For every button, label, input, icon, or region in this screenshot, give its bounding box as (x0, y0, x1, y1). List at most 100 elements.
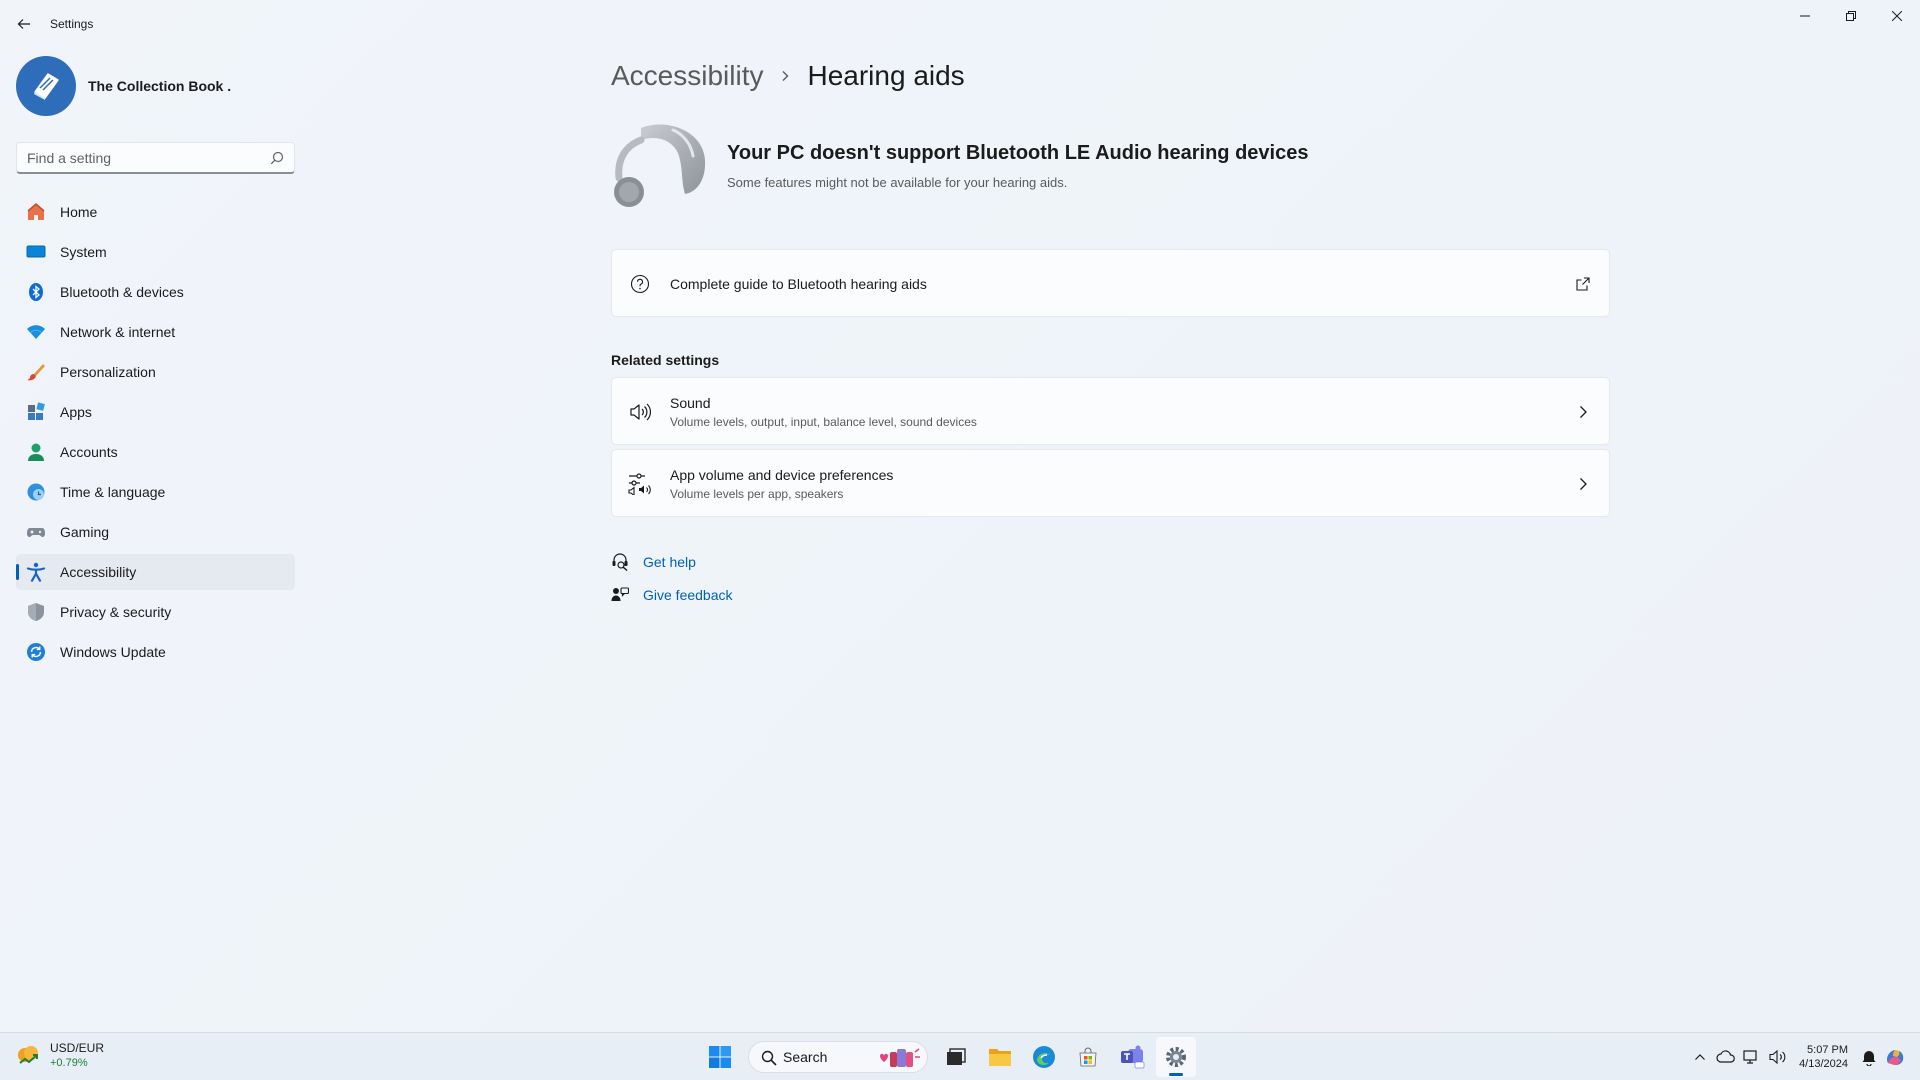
store-icon (1079, 1047, 1097, 1067)
volume-tray-button[interactable] (1767, 1046, 1789, 1068)
guide-link-label: Complete guide to Bluetooth hearing aids (670, 276, 927, 292)
taskbar-search[interactable]: Search (748, 1041, 928, 1073)
sidebar-item-privacy-security[interactable]: Privacy & security (16, 594, 295, 630)
get-help-icon (611, 553, 629, 571)
taskbar-search-label: Search (783, 1049, 828, 1065)
breadcrumb-parent[interactable]: Accessibility (611, 60, 763, 92)
apps-icon (26, 402, 46, 422)
clock[interactable]: 5:07 PM 4/13/2024 (1799, 1043, 1848, 1071)
sidebar-item-gaming[interactable]: Gaming (16, 514, 295, 550)
settings-taskbar-button[interactable] (1156, 1037, 1196, 1077)
teams-button[interactable] (1112, 1037, 1152, 1077)
sidebar-item-windows-update[interactable]: Windows Update (16, 634, 295, 670)
sound-subtitle: Volume levels, output, input, balance le… (670, 415, 977, 429)
app-volume-preferences-link[interactable]: App volume and device preferences Volume… (611, 449, 1610, 517)
store-button[interactable] (1068, 1037, 1108, 1077)
back-button[interactable] (10, 10, 38, 38)
widget-title: USD/EUR (50, 1041, 105, 1055)
sidebar-item-personalization[interactable]: Personalization (16, 354, 295, 390)
teams-icon (1121, 1045, 1145, 1069)
network-monitor-icon (1743, 1050, 1757, 1064)
sound-settings-link[interactable]: Sound Volume levels, output, input, bala… (611, 377, 1610, 445)
minimize-button[interactable] (1782, 0, 1828, 32)
gaming-icon (26, 522, 46, 542)
sidebar-item-bluetooth[interactable]: Bluetooth & devices (16, 274, 295, 310)
hearing-aid-banner: Your PC doesn't support Bluetooth LE Aud… (611, 120, 1308, 212)
mixer-icon (628, 472, 652, 496)
settings-search[interactable] (16, 142, 295, 174)
search-icon (270, 151, 284, 165)
hero-subtitle: Some features might not be available for… (727, 175, 1068, 190)
system-icon (26, 242, 46, 262)
page-title: Hearing aids (807, 60, 965, 91)
folder-icon (989, 1049, 1011, 1066)
profile-name: The Collection Book . (88, 78, 232, 94)
bluetooth-hearing-aids-guide-link[interactable]: Complete guide to Bluetooth hearing aids (611, 249, 1610, 317)
sidebar-item-home[interactable]: Home (16, 194, 295, 230)
task-view-button[interactable] (936, 1037, 976, 1077)
windows-logo-icon (709, 1046, 731, 1068)
hero-title: Your PC doesn't support Bluetooth LE Aud… (727, 142, 1309, 164)
taskbar-apps: Search (700, 1037, 1200, 1077)
notifications-button[interactable] (1858, 1046, 1880, 1068)
search-icon (761, 1050, 777, 1066)
bluetooth-icon (26, 282, 46, 302)
back-arrow-icon (17, 19, 30, 29)
breadcrumb: Accessibility Hearing aids (611, 54, 965, 98)
app-volume-subtitle: Volume levels per app, speakers (670, 487, 844, 501)
onedrive-tray-button[interactable] (1715, 1046, 1737, 1068)
copilot-button[interactable] (1884, 1046, 1906, 1068)
clock-date: 4/13/2024 (1799, 1058, 1848, 1070)
gear-icon (1166, 1047, 1186, 1067)
taskbar: USD/EUR +0.79% Search 5:07 PM 4/13/2024 (0, 1032, 1920, 1080)
close-icon (1892, 11, 1902, 21)
windows-update-icon (26, 642, 46, 662)
sidebar-item-accessibility[interactable]: Accessibility (16, 554, 295, 590)
edge-icon (1033, 1046, 1055, 1068)
minimize-icon (1800, 15, 1810, 17)
user-profile[interactable]: The Collection Book . (16, 56, 231, 116)
start-button[interactable] (700, 1037, 740, 1077)
search-highlight-icon (880, 1048, 920, 1067)
sidebar-item-time-language[interactable]: Time & language (16, 474, 295, 510)
accessibility-icon (26, 562, 46, 582)
sidebar-item-network[interactable]: Network & internet (16, 314, 295, 350)
close-button[interactable] (1874, 0, 1920, 32)
sound-title: Sound (670, 395, 711, 411)
clock-time: 5:07 PM (1807, 1044, 1848, 1056)
cloud-icon (1716, 1050, 1735, 1063)
search-input[interactable] (17, 149, 257, 166)
sidebar-item-system[interactable]: System (16, 234, 295, 270)
hearing-aid-icon (614, 124, 706, 207)
volume-icon (1769, 1049, 1786, 1065)
home-icon (26, 202, 46, 222)
sidebar-nav: Home System Bluetooth & devices Network … (16, 194, 295, 674)
sidebar-item-apps[interactable]: Apps (16, 394, 295, 430)
chevron-right-icon (1575, 476, 1591, 492)
file-explorer-button[interactable] (980, 1037, 1020, 1077)
shield-icon (26, 602, 46, 622)
time-language-icon (26, 482, 46, 502)
get-help-label: Get help (643, 554, 696, 570)
title-bar: Settings (0, 0, 1920, 48)
sidebar-item-accounts[interactable]: Accounts (16, 434, 295, 470)
restore-button[interactable] (1828, 0, 1874, 32)
edge-button[interactable] (1024, 1037, 1064, 1077)
bell-icon (1862, 1051, 1876, 1066)
related-settings-heading: Related settings (611, 352, 720, 368)
app-volume-title: App volume and device preferences (670, 467, 894, 483)
avatar (16, 56, 76, 116)
stock-widget[interactable]: USD/EUR +0.79% (16, 1041, 104, 1071)
show-hidden-icons-button[interactable] (1689, 1046, 1711, 1068)
get-help-link[interactable]: Get help (611, 550, 733, 574)
give-feedback-link[interactable]: Give feedback (611, 583, 733, 607)
widget-change: +0.79% (50, 1057, 88, 1069)
feedback-icon (611, 586, 629, 604)
system-tray: 5:07 PM 4/13/2024 (1685, 1037, 1906, 1077)
chevron-right-icon (782, 71, 789, 81)
give-feedback-label: Give feedback (643, 587, 733, 603)
restore-icon (1846, 11, 1856, 21)
speaker-icon (628, 400, 652, 424)
copilot-icon (1886, 1050, 1904, 1065)
network-tray-button[interactable] (1741, 1046, 1763, 1068)
